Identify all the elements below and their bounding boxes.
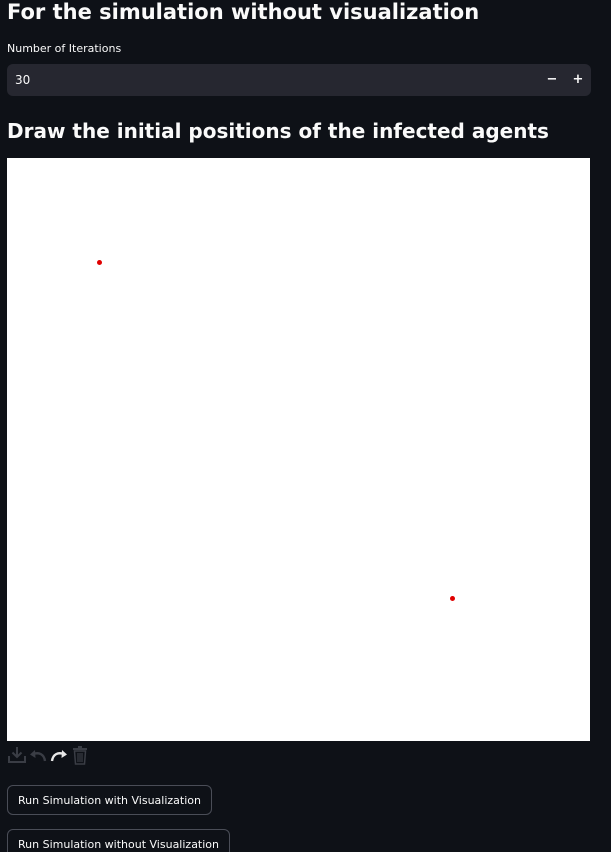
iterations-label: Number of Iterations xyxy=(7,42,122,55)
infected-agent-dot xyxy=(97,260,102,265)
iterations-value[interactable]: 30 xyxy=(15,64,30,96)
iterations-input[interactable]: 30 − + xyxy=(7,64,591,96)
undo-icon[interactable] xyxy=(28,745,48,765)
download-icon[interactable] xyxy=(7,745,27,765)
canvas-heading: Draw the initial positions of the infect… xyxy=(7,119,549,143)
infected-agent-dot xyxy=(450,596,455,601)
redo-icon[interactable] xyxy=(49,745,69,765)
canvas-toolbar xyxy=(7,745,90,765)
trash-icon[interactable] xyxy=(70,745,90,765)
page: For the simulation without visualization… xyxy=(0,0,611,852)
run-with-visualization-button[interactable]: Run Simulation with Visualization xyxy=(7,785,212,815)
section-title: For the simulation without visualization xyxy=(7,0,480,24)
drawing-canvas[interactable] xyxy=(7,158,590,741)
increment-button[interactable]: + xyxy=(565,64,591,96)
decrement-button[interactable]: − xyxy=(539,64,565,96)
run-without-visualization-button[interactable]: Run Simulation without Visualization xyxy=(7,829,231,852)
